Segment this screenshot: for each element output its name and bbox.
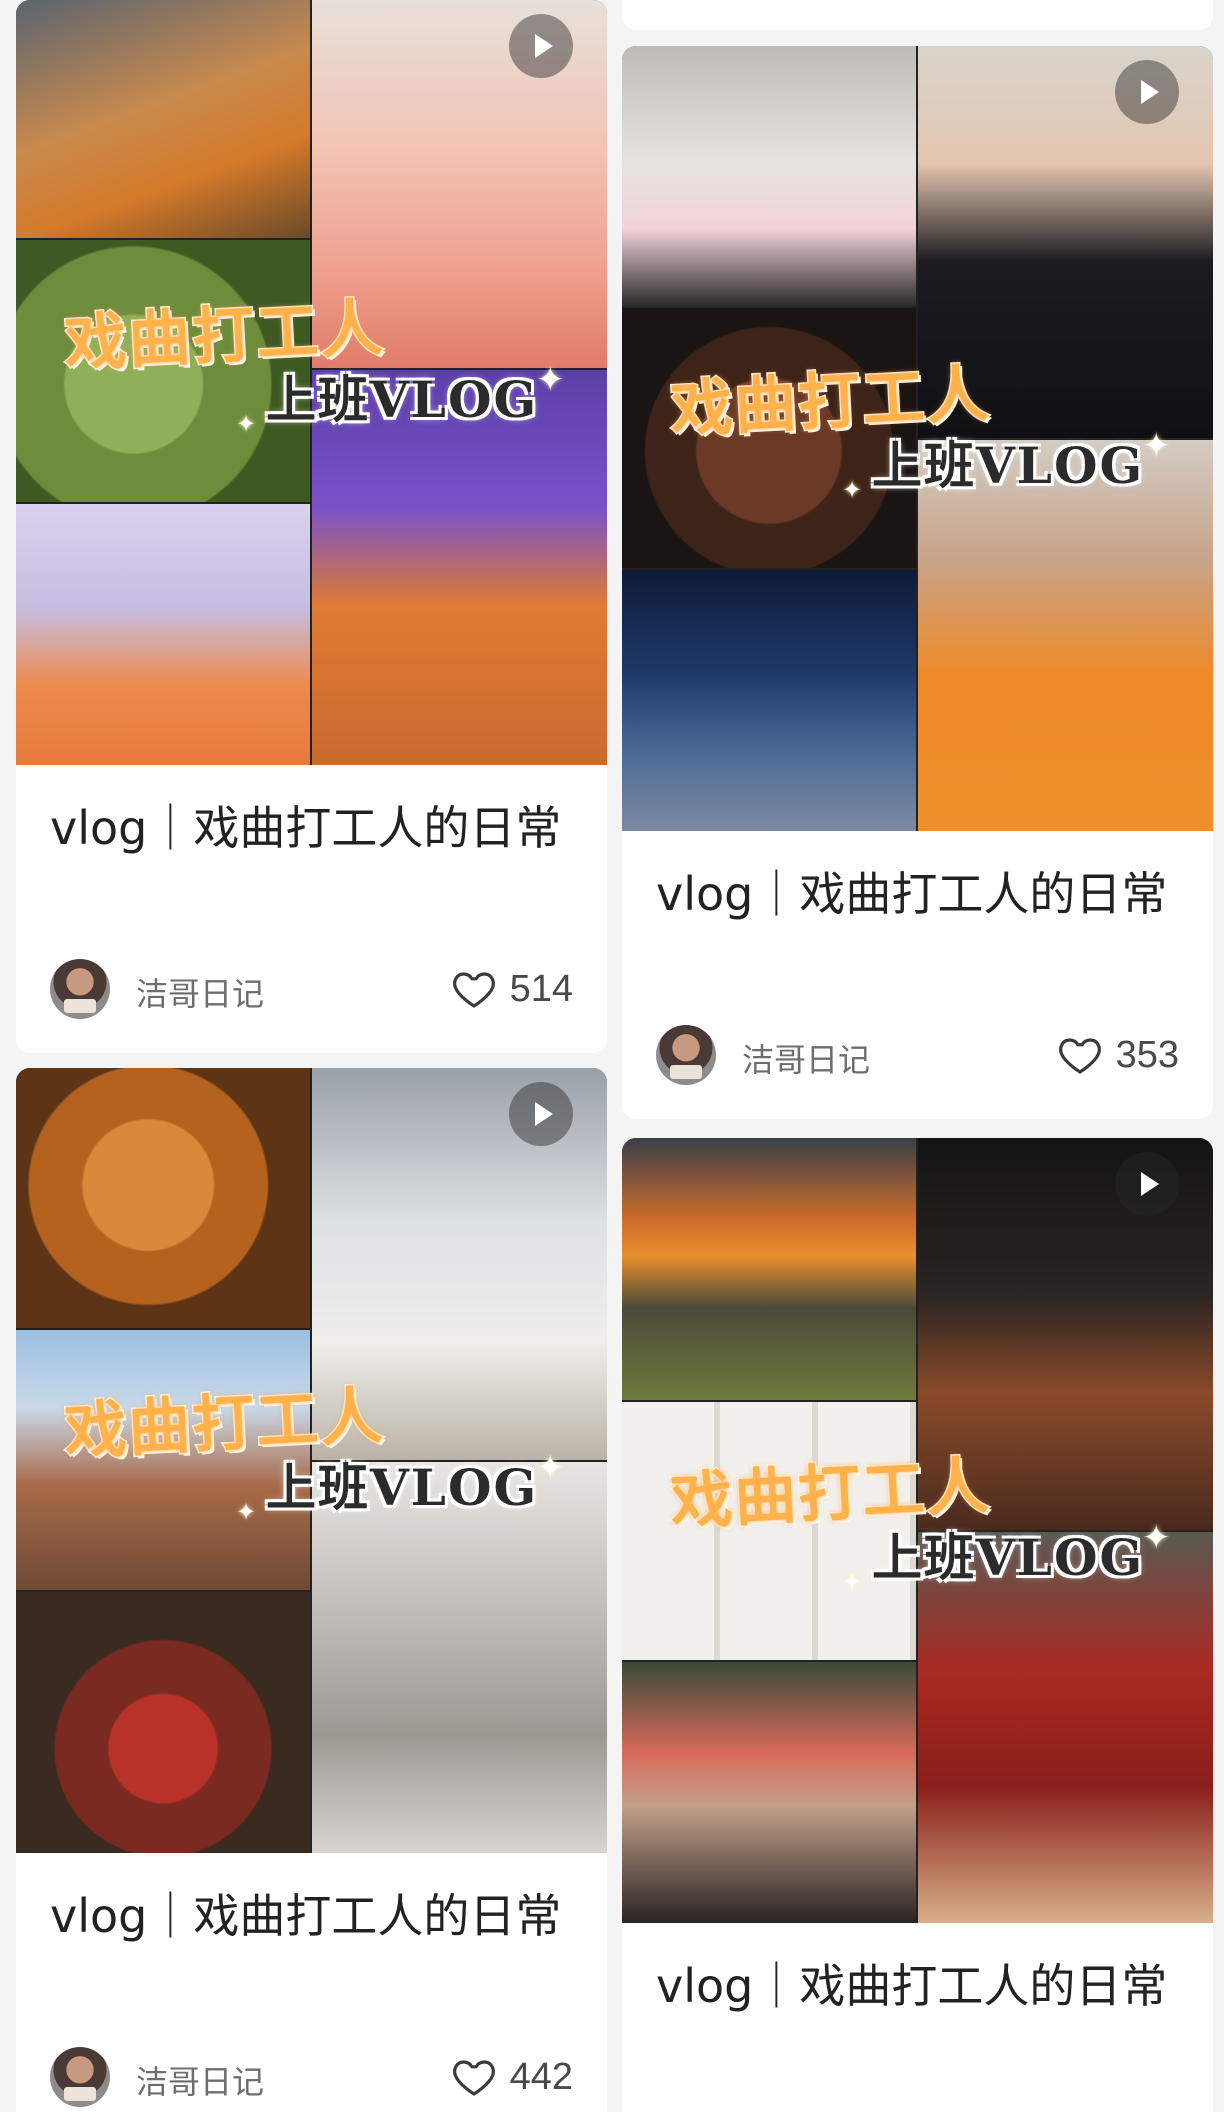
- play-icon: [1115, 60, 1179, 124]
- author-name[interactable]: 洁哥日记: [136, 969, 264, 1015]
- card-title[interactable]: vlog｜戏曲打工人的日常: [50, 793, 573, 933]
- cover-photo: [622, 46, 916, 306]
- card-cover-image[interactable]: 戏曲打工人 上班VLOG ✦ ✦: [622, 46, 1213, 831]
- cover-photo: [16, 0, 310, 238]
- sparkle-icon: ✦: [1142, 427, 1171, 465]
- card-cover-image[interactable]: 戏曲打工人 上班VLOG ✦ ✦: [16, 0, 607, 765]
- card-meta: 洁哥日记 442: [50, 2047, 573, 2107]
- card-meta: 洁哥日记 353: [656, 1025, 1179, 1085]
- sparkle-icon: ✦: [536, 361, 565, 399]
- heart-outline-icon: [452, 972, 495, 1008]
- card-title[interactable]: vlog｜戏曲打工人的日常: [50, 1881, 573, 2021]
- like-button[interactable]: 514: [450, 965, 573, 1013]
- author-name[interactable]: 洁哥日记: [136, 2057, 264, 2103]
- author-name[interactable]: 洁哥日记: [742, 1035, 870, 1081]
- heart-outline-icon: [1058, 1038, 1101, 1074]
- play-icon: [509, 14, 573, 78]
- sparkle-icon: ✦: [842, 477, 863, 504]
- like-count: 514: [509, 967, 573, 1010]
- sparkle-icon: ✦: [536, 1449, 565, 1487]
- author-avatar[interactable]: [656, 1025, 716, 1085]
- cover-overlay-subtitle: 上班VLOG: [266, 370, 539, 429]
- cover-photo: [918, 440, 1213, 831]
- cover-photo: [312, 1462, 607, 1853]
- cover-photo: [622, 1662, 916, 1923]
- cover-overlay-subtitle: 上班VLOG: [872, 436, 1145, 495]
- note-card-partial[interactable]: [622, 0, 1213, 30]
- card-cover-image[interactable]: 戏曲打工人 上班VLOG ✦ ✦: [16, 1068, 607, 1853]
- play-icon: [1115, 1152, 1179, 1216]
- sparkle-icon: ✦: [236, 411, 257, 438]
- like-count: 353: [1115, 1033, 1179, 1076]
- card-title[interactable]: vlog｜戏曲打工人的日常: [656, 859, 1179, 999]
- note-card[interactable]: 戏曲打工人 上班VLOG ✦ ✦ vlog｜戏曲打工人的日常 洁哥日记 442: [16, 1068, 607, 2112]
- card-body: vlog｜戏曲打工人的日常 洁哥日记 514: [16, 765, 607, 1019]
- card-title[interactable]: vlog｜戏曲打工人的日常: [656, 1951, 1179, 2091]
- like-button[interactable]: 353: [1056, 1031, 1179, 1079]
- cover-overlay-subtitle: 上班VLOG: [872, 1528, 1145, 1587]
- waterfall-feed: 戏曲打工人 上班VLOG ✦ ✦ vlog｜戏曲打工人的日常 洁哥日记 514: [0, 0, 1224, 2112]
- cover-photo: [918, 1532, 1213, 1923]
- like-count: 442: [509, 2055, 573, 2098]
- cover-photo: [622, 570, 916, 831]
- note-card[interactable]: 戏曲打工人 上班VLOG ✦ ✦ vlog｜戏曲打工人的日常: [622, 1138, 1213, 2112]
- note-card[interactable]: 戏曲打工人 上班VLOG ✦ ✦ vlog｜戏曲打工人的日常 洁哥日记 353: [622, 46, 1213, 1119]
- cover-overlay-subtitle: 上班VLOG: [266, 1458, 539, 1517]
- heart-outline-icon: [452, 2060, 495, 2096]
- play-icon: [509, 1082, 573, 1146]
- card-cover-image[interactable]: 戏曲打工人 上班VLOG ✦ ✦: [622, 1138, 1213, 1923]
- card-body: vlog｜戏曲打工人的日常 洁哥日记 442: [16, 1853, 607, 2107]
- like-button[interactable]: 442: [450, 2053, 573, 2101]
- note-card[interactable]: 戏曲打工人 上班VLOG ✦ ✦ vlog｜戏曲打工人的日常 洁哥日记 514: [16, 0, 607, 1053]
- cover-photo: [16, 1068, 310, 1328]
- cover-photo: [16, 1592, 310, 1853]
- sparkle-icon: ✦: [842, 1569, 863, 1596]
- author-avatar[interactable]: [50, 959, 110, 1019]
- sparkle-icon: ✦: [1142, 1519, 1171, 1557]
- card-meta: 洁哥日记 514: [50, 959, 573, 1019]
- card-body: vlog｜戏曲打工人的日常 洁哥日记 353: [622, 831, 1213, 1085]
- sparkle-icon: ✦: [236, 1499, 257, 1526]
- author-avatar[interactable]: [50, 2047, 110, 2107]
- card-body: vlog｜戏曲打工人的日常: [622, 1923, 1213, 2091]
- cover-photo: [622, 1138, 916, 1400]
- cover-photo: [16, 504, 310, 765]
